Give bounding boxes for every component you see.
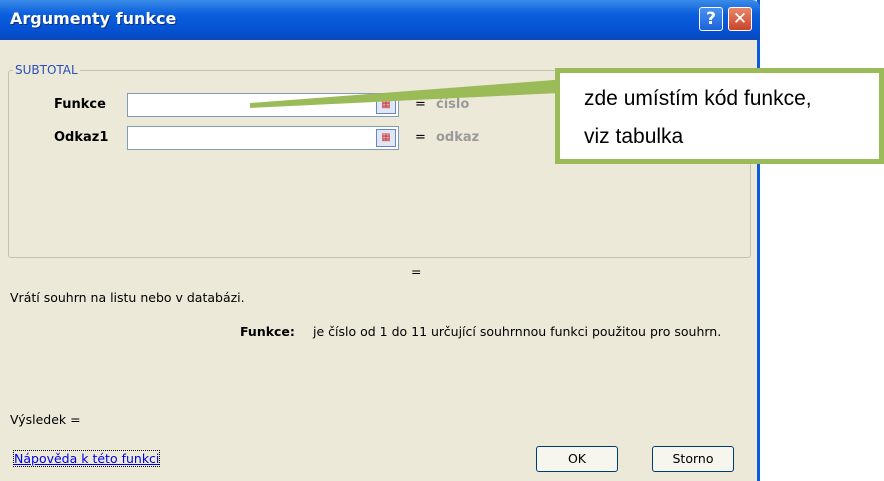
annotation-callout: zde umístím kód funkce, viz tabulka: [555, 68, 884, 164]
callout-line-2: viz tabulka: [584, 125, 684, 148]
callout-pointer: [250, 78, 580, 108]
callout-line-1: zde umístím kód funkce,: [584, 87, 812, 110]
